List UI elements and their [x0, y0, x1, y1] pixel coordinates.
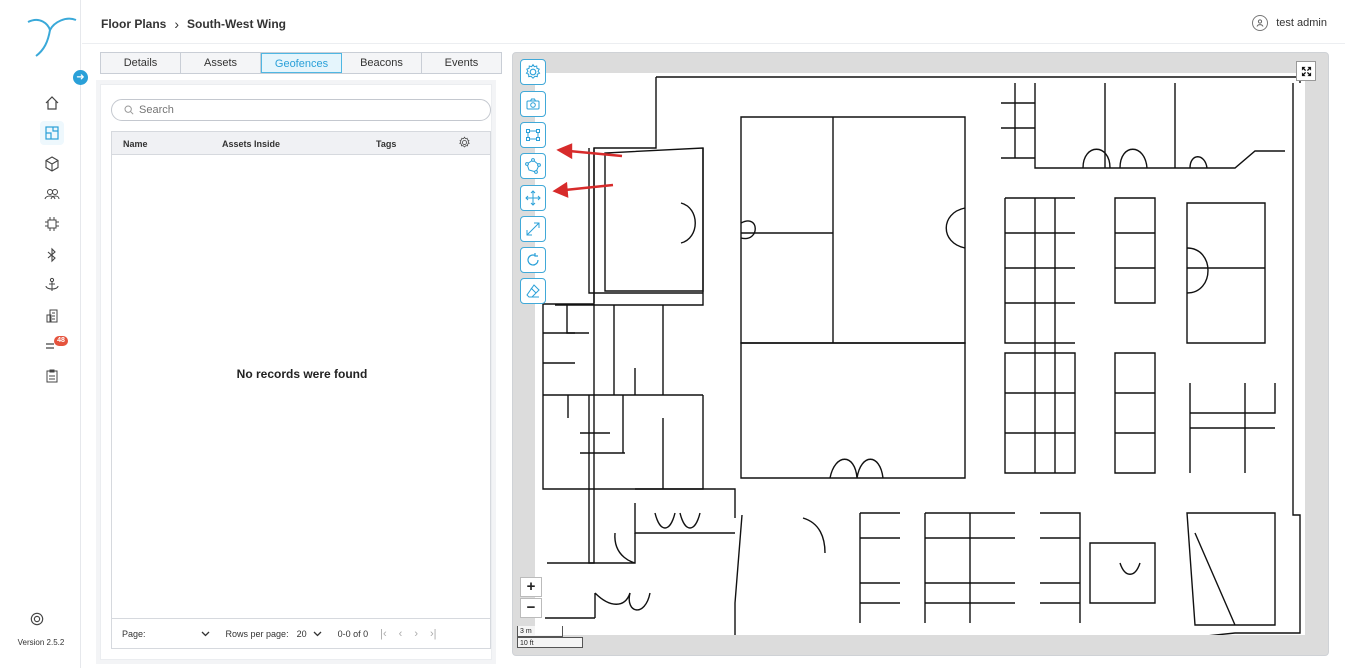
tab-assets[interactable]: Assets	[181, 53, 261, 73]
table-header: Name Assets Inside Tags	[112, 132, 490, 155]
column-name[interactable]: Name	[123, 139, 148, 149]
first-page-icon[interactable]: |‹	[380, 628, 387, 640]
map-snapshot-button[interactable]	[520, 91, 546, 117]
details-pane: Details Assets Geofences Beacons Events …	[100, 52, 502, 664]
header: Floor Plans › South-West Wing test admin	[82, 0, 1345, 44]
camera-icon	[526, 98, 540, 110]
eraser-button[interactable]	[520, 278, 546, 304]
empty-message: No records were found	[236, 367, 368, 381]
chevron-right-icon: ›	[174, 16, 180, 32]
help-icon[interactable]	[30, 612, 44, 631]
zoom-out-button[interactable]: −	[520, 598, 542, 618]
column-assets-inside[interactable]: Assets Inside	[222, 139, 280, 149]
geofences-card: Name Assets Inside Tags No records were …	[100, 84, 492, 660]
column-settings-icon[interactable]	[458, 136, 471, 151]
draw-rectangle-icon	[526, 129, 540, 141]
prev-page-icon[interactable]: ‹	[399, 628, 403, 640]
collapse-sidebar-button[interactable]: ➜	[73, 70, 88, 85]
user-name: test admin	[1276, 17, 1327, 29]
chip-icon[interactable]	[40, 212, 64, 236]
move-icon	[525, 190, 541, 206]
anchor-icon[interactable]	[40, 273, 64, 297]
buildings-icon[interactable]	[40, 304, 64, 328]
rotate-button[interactable]	[520, 247, 546, 273]
alerts-icon[interactable]: 48	[40, 334, 68, 358]
people-icon[interactable]	[40, 182, 64, 206]
floor-plan-map[interactable]	[535, 73, 1305, 639]
table-footer: Page: Rows per page: 20 0-0 of 0 |‹ ‹ › …	[112, 618, 490, 648]
floor-plan-drawing	[542, 76, 1301, 639]
notification-badge: 48	[54, 336, 68, 346]
fullscreen-button[interactable]	[1296, 61, 1316, 81]
tab-details[interactable]: Details	[101, 53, 181, 73]
page-label: Page:	[122, 628, 146, 639]
tab-beacons[interactable]: Beacons	[342, 53, 422, 73]
next-page-icon[interactable]: ›	[414, 628, 418, 640]
move-button[interactable]	[520, 185, 546, 211]
chevron-down-icon	[313, 631, 322, 636]
scale-bar: 3 m 10 ft	[517, 626, 583, 650]
draw-rectangle-button[interactable]	[520, 122, 546, 148]
rows-per-page-value: 20	[296, 628, 307, 639]
user-menu[interactable]: test admin	[1252, 15, 1327, 31]
floor-plans-icon[interactable]	[40, 121, 64, 145]
breadcrumb-current: South-West Wing	[187, 17, 287, 31]
home-icon[interactable]	[40, 91, 64, 115]
breadcrumb-floor-plans[interactable]: Floor Plans	[101, 17, 166, 31]
rows-per-page-label: Rows per page:	[225, 628, 289, 639]
search-input[interactable]	[139, 104, 469, 116]
zoom-in-button[interactable]: +	[520, 577, 542, 597]
pagination-range: 0-0 of 0	[337, 628, 369, 639]
chevron-down-icon	[201, 631, 209, 636]
rotate-icon	[527, 253, 539, 266]
scale-imperial: 10 ft	[517, 637, 583, 648]
fullscreen-icon	[1301, 66, 1311, 76]
search-box[interactable]	[111, 99, 491, 121]
draw-polygon-icon	[525, 158, 541, 174]
tab-events[interactable]: Events	[422, 53, 501, 73]
scale-metric: 3 m	[517, 626, 563, 637]
resize-icon	[526, 222, 540, 236]
main-content: Details Assets Geofences Beacons Events …	[82, 44, 1345, 668]
sidebar: ➜ 48 Version 2.5.2	[0, 0, 88, 668]
resize-button[interactable]	[520, 216, 546, 242]
last-page-icon[interactable]: ›|	[430, 628, 437, 640]
version-label: Version 2.5.2	[17, 638, 65, 647]
search-icon	[124, 105, 134, 115]
draw-polygon-button[interactable]	[520, 153, 546, 179]
eraser-icon	[526, 284, 540, 298]
tab-geofences[interactable]: Geofences	[261, 53, 342, 73]
breadcrumb: Floor Plans › South-West Wing	[101, 16, 286, 32]
user-avatar-icon	[1252, 15, 1269, 31]
page-select[interactable]	[160, 631, 210, 637]
map-pane: + − 3 m 10 ft	[512, 52, 1329, 656]
tab-bar: Details Assets Geofences Beacons Events	[100, 52, 502, 74]
bluetooth-icon[interactable]	[40, 243, 64, 267]
reports-icon[interactable]	[40, 364, 64, 388]
assets-icon[interactable]	[40, 152, 64, 176]
rows-per-page-select[interactable]: 20	[297, 629, 322, 639]
app-logo[interactable]	[24, 12, 80, 60]
geofences-table: Name Assets Inside Tags No records were …	[111, 131, 491, 649]
column-tags[interactable]: Tags	[376, 139, 396, 149]
map-settings-button[interactable]	[520, 59, 546, 85]
settings-icon	[525, 63, 541, 79]
